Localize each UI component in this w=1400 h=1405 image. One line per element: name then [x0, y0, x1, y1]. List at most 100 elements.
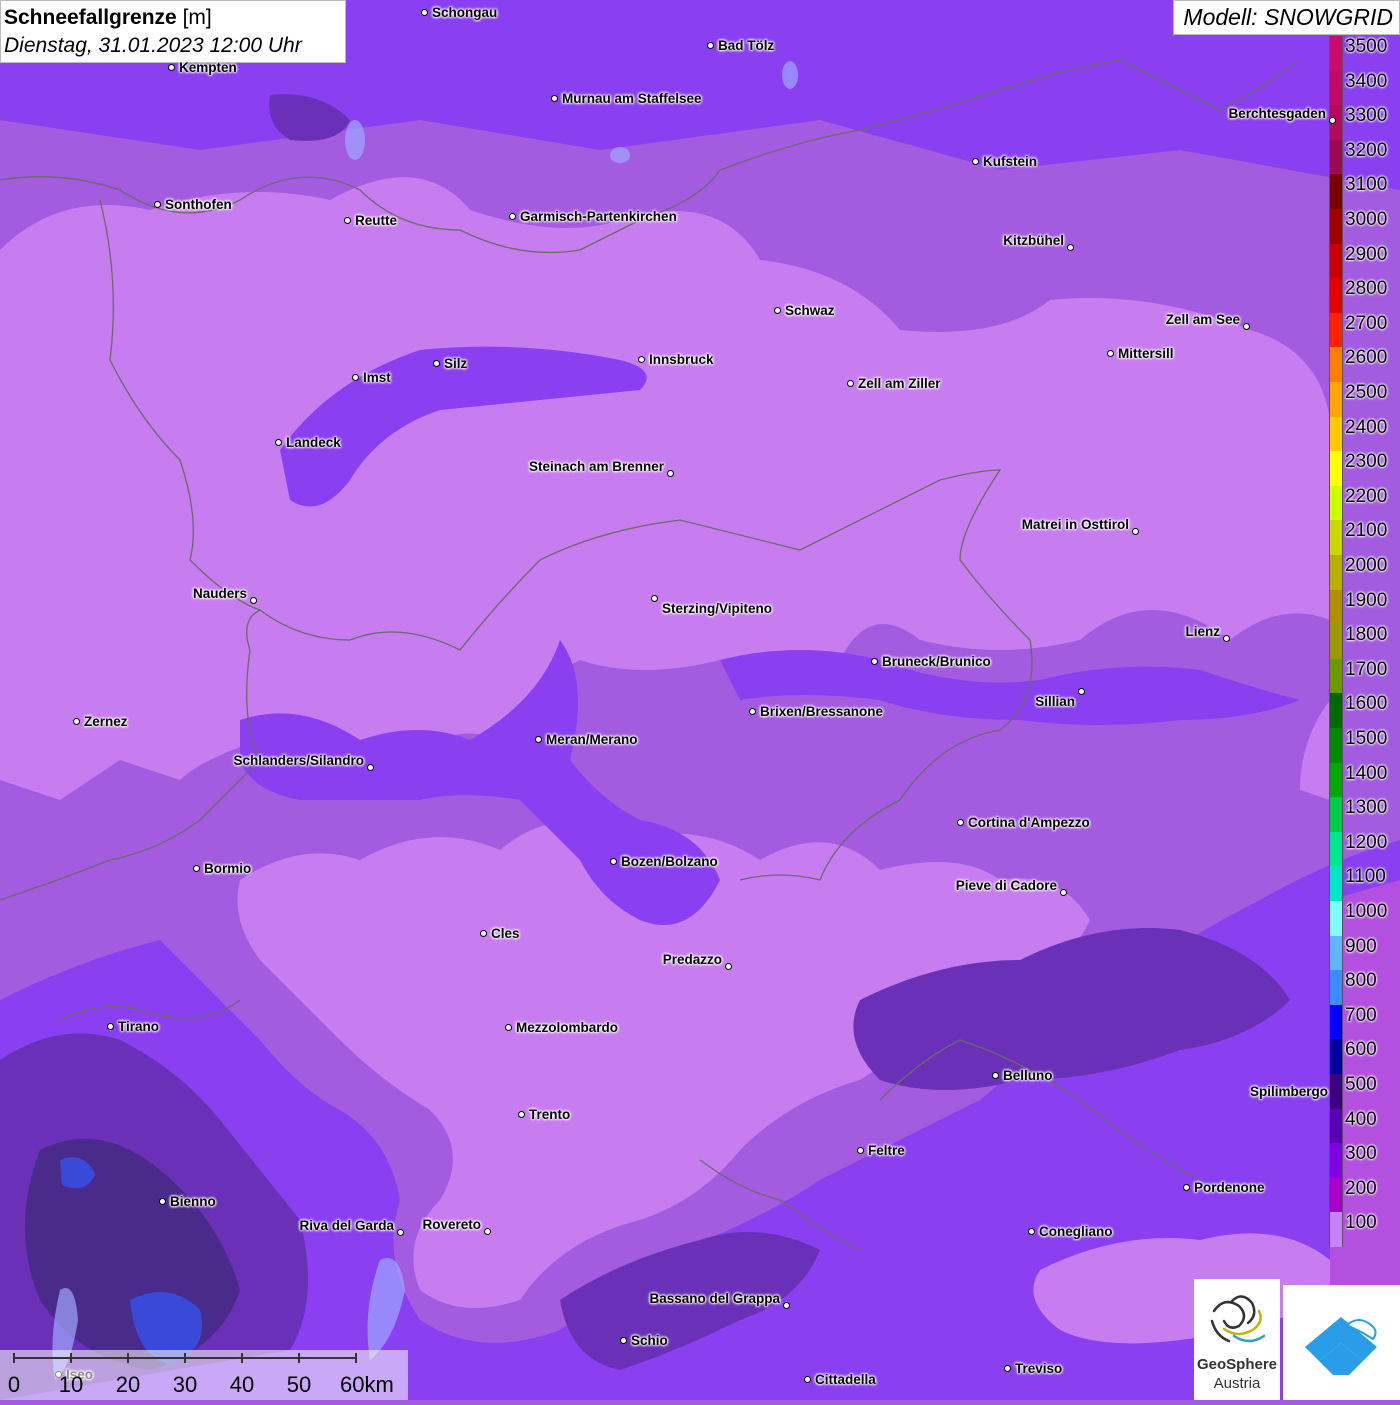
legend-label: 1000	[1345, 901, 1388, 922]
city-dot	[749, 708, 756, 715]
legend-swatch	[1329, 555, 1343, 591]
city-dot	[1223, 635, 1230, 642]
city-dot	[344, 217, 351, 224]
city-label: Bormio	[204, 861, 252, 876]
city-dot	[707, 42, 714, 49]
city-label: Bienno	[170, 1194, 216, 1209]
city-label: Feltre	[868, 1143, 905, 1158]
legend-swatch	[1329, 693, 1343, 729]
city-dot	[484, 1228, 491, 1235]
legend-label: 900	[1345, 935, 1377, 957]
map-datetime: Dienstag, 31.01.2023 12:00 Uhr	[4, 34, 302, 57]
city-dot	[505, 1024, 512, 1031]
city-label: Meran/Merano	[546, 732, 638, 747]
scale-label: 10	[58, 1372, 84, 1397]
legend-swatch	[1329, 520, 1343, 556]
legend-swatch	[1329, 728, 1343, 764]
legend-swatch	[1329, 1004, 1343, 1040]
city-dot	[535, 736, 542, 743]
scale-label: 40	[229, 1372, 255, 1397]
legend-label: 500	[1345, 1074, 1377, 1095]
legend-swatch	[1329, 624, 1343, 660]
city-label: Matrei in Osttirol	[1021, 517, 1129, 532]
legend-label: 1100	[1345, 866, 1386, 888]
city-dot	[433, 360, 440, 367]
city-dot	[774, 307, 781, 314]
legend-label: 1800	[1345, 624, 1388, 646]
legend-swatch	[1329, 1177, 1343, 1213]
legend-swatch	[1329, 243, 1343, 279]
city-label: Conegliano	[1039, 1224, 1113, 1239]
city-label: Kitzbühel	[1003, 233, 1064, 248]
legend-label: 2500	[1345, 382, 1388, 403]
legend-label: 2200	[1345, 485, 1388, 507]
scale-label: 20	[115, 1372, 141, 1397]
city-label: Mezzolombardo	[516, 1020, 619, 1035]
snowgrid-logo	[1283, 1285, 1400, 1400]
legend-swatch	[1329, 139, 1343, 175]
legend-swatch	[1329, 312, 1343, 348]
legend-swatch	[1329, 831, 1343, 867]
city-label: Zell am See	[1165, 312, 1240, 327]
city-dot	[73, 718, 80, 725]
legend-swatch	[1329, 1143, 1343, 1179]
legend-swatch	[1329, 866, 1343, 902]
legend-swatch	[1329, 70, 1343, 106]
legend-swatch	[1329, 970, 1343, 1006]
scale-label: 30	[172, 1372, 198, 1397]
city-dot	[857, 1147, 864, 1154]
legend-label: 1300	[1345, 797, 1388, 819]
legend-swatch	[1329, 1039, 1343, 1075]
legend-swatch	[1329, 278, 1343, 314]
legend-swatch	[1329, 485, 1343, 521]
city-label: Pieve di Cadore	[955, 878, 1057, 893]
legend-label: 100	[1345, 1212, 1377, 1234]
geosphere-logo: GeoSphere Austria	[1194, 1279, 1280, 1400]
color-legend: 3500 3400 3300 3200 3100 3000 2900 2800 2700 2600…	[1329, 34, 1400, 1248]
city-label: Bad Tölz	[718, 38, 775, 53]
city-label: Imst	[363, 370, 391, 385]
city-dot	[725, 963, 732, 970]
city-label: Berchtesgaden	[1228, 106, 1326, 121]
city-label: Belluno	[1003, 1068, 1053, 1083]
city-label: Predazzo	[662, 952, 722, 967]
city-label: Steinach am Brenner	[528, 459, 664, 474]
city-label: Brixen/Bressanone	[760, 704, 884, 719]
city-label: Zell am Ziller	[858, 376, 941, 391]
city-label: Schongau	[432, 5, 498, 20]
legend-label: 1600	[1345, 693, 1388, 715]
legend-swatch	[1329, 797, 1343, 833]
city-label: Lienz	[1185, 624, 1220, 639]
legend-label: 2000	[1345, 555, 1388, 576]
legend-swatch	[1329, 1212, 1343, 1248]
legend-label: 2800	[1345, 278, 1388, 300]
legend-label: 400	[1345, 1108, 1377, 1130]
city-dot	[509, 213, 516, 220]
city-label: Cittadella	[815, 1372, 876, 1387]
scale-label: 0	[7, 1372, 21, 1397]
city-dot	[847, 380, 854, 387]
scale-bar: 0 10 20 30 40 50 60km	[0, 1350, 408, 1400]
legend-label: 1200	[1345, 831, 1388, 853]
city-dot	[352, 374, 359, 381]
city-label: Schwaz	[785, 303, 835, 318]
legend-swatch	[1329, 451, 1343, 487]
legend-label: 200	[1345, 1177, 1377, 1199]
legend-label: 2900	[1345, 243, 1388, 265]
city-dot	[610, 858, 617, 865]
city-dot	[168, 64, 175, 71]
city-dot	[1329, 117, 1336, 124]
legend-label: 800	[1345, 970, 1377, 992]
city-dot	[1243, 323, 1250, 330]
legend-swatch	[1329, 416, 1343, 452]
legend-swatch	[1329, 935, 1343, 971]
legend-swatch	[1329, 36, 1343, 72]
scale-label: 60km	[340, 1372, 394, 1397]
city-label: Cortina d'Ampezzo	[968, 815, 1090, 830]
legend-label: 2100	[1345, 520, 1388, 542]
legend-label: 3300	[1345, 105, 1388, 127]
city-label: Rovereto	[422, 1217, 481, 1232]
city-label: Mittersill	[1118, 346, 1174, 361]
city-dot	[1107, 350, 1114, 357]
map-title-box: Schneefallgrenze [m] Dienstag, 31.01.202…	[0, 0, 346, 63]
